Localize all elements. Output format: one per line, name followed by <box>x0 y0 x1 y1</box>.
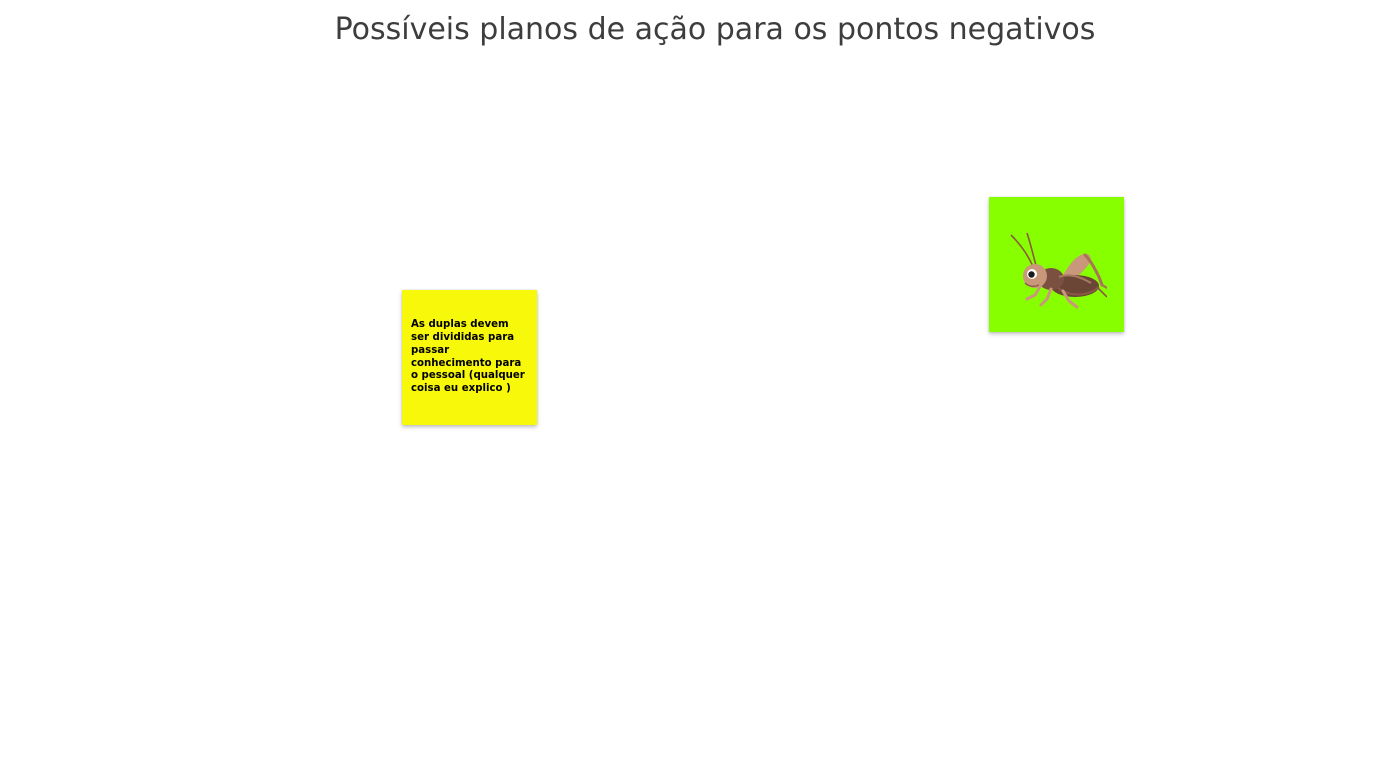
sticky-note-green[interactable] <box>989 197 1124 332</box>
sticky-note-text: As duplas devem ser divididas para passa… <box>411 319 525 395</box>
cricket-icon <box>1010 232 1107 309</box>
sticky-note-yellow[interactable]: As duplas devem ser divididas para passa… <box>402 290 537 425</box>
board-title[interactable]: Possíveis planos de ação para os pontos … <box>0 12 1377 47</box>
whiteboard-canvas[interactable]: Possíveis planos de ação para os pontos … <box>0 0 1377 767</box>
